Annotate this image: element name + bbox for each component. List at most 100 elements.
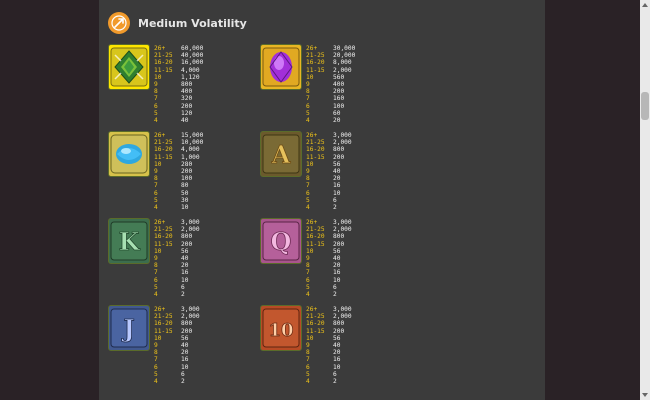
payout-value: 160	[333, 95, 345, 103]
payout-value: 20,000	[333, 52, 356, 60]
scroll-thumb[interactable]	[641, 92, 649, 120]
payout-value: 16,000	[181, 59, 204, 67]
count-label: 10	[154, 73, 162, 81]
letter-j-icon: J	[108, 305, 150, 351]
scroll-down-arrow-icon[interactable]	[642, 393, 648, 397]
paytable: 26+ 3,000 21-25 2,000 16-20 800 11-15 200 10…	[306, 132, 352, 211]
count-label: 21-25	[154, 139, 173, 147]
payout-value: 16	[333, 182, 341, 190]
payout-value: 40	[181, 255, 189, 263]
payout-value: 3,000	[181, 219, 200, 226]
count-label: 21-25	[306, 139, 325, 147]
count-label: 9	[154, 342, 158, 350]
count-label: 9	[154, 81, 158, 89]
count-label: 26+	[154, 45, 166, 52]
paytable: 26+ 3,000 21-25 2,000 16-20 800 11-15 200 10…	[154, 306, 200, 385]
payout-value: 3,000	[333, 219, 352, 226]
payout-value: 2	[181, 291, 185, 299]
payout-value: 40	[181, 117, 189, 125]
count-label: 26+	[306, 45, 318, 52]
payout-value: 56	[333, 247, 341, 255]
count-label: 6	[306, 102, 310, 110]
payout-value: 6	[181, 283, 185, 291]
payout-value: 560	[333, 73, 345, 81]
letter-q-icon: Q	[260, 218, 302, 264]
blue-gem-icon	[108, 131, 150, 177]
count-label: 10	[306, 247, 314, 255]
payout-value: 6	[333, 370, 337, 378]
count-label: 4	[154, 204, 158, 212]
payout-value: 320	[181, 95, 193, 103]
paytable: 26+ 3,000 21-25 2,000 16-20 800 11-15 200 10…	[306, 219, 352, 298]
count-label: 16-20	[306, 320, 325, 328]
green-emblem-icon	[108, 44, 150, 90]
count-label: 4	[154, 291, 158, 299]
count-label: 8	[154, 175, 158, 183]
scroll-up-arrow-icon[interactable]	[642, 3, 648, 7]
payout-value: 400	[333, 81, 345, 89]
payout-value: 10	[181, 276, 189, 284]
count-label: 16-20	[306, 59, 325, 67]
payout-value: 40	[333, 342, 341, 350]
page-scrollbar[interactable]	[640, 0, 650, 400]
count-label: 16-20	[154, 233, 173, 241]
payout-value: 20	[181, 262, 189, 270]
payout-value: 56	[181, 334, 189, 342]
payout-value: 800	[333, 146, 345, 154]
count-label: 5	[154, 109, 158, 117]
count-label: 5	[306, 283, 310, 291]
payout-value: 100	[181, 175, 193, 183]
payout-value: 30	[181, 196, 189, 204]
payout-value: 2,000	[181, 313, 200, 321]
payout-value: 800	[333, 320, 345, 328]
payout-value: 200	[181, 168, 193, 176]
count-label: 7	[306, 95, 310, 103]
count-label: 6	[306, 363, 310, 371]
payout-value: 200	[181, 102, 193, 110]
count-label: 5	[154, 283, 158, 291]
count-label: 11-15	[154, 240, 173, 248]
count-label: 11-15	[306, 327, 325, 335]
count-label: 6	[154, 363, 158, 371]
count-label: 8	[306, 88, 310, 96]
payout-value: 56	[333, 160, 341, 168]
count-label: 6	[154, 189, 158, 197]
payout-value: 10	[181, 363, 189, 371]
payout-value: 280	[181, 160, 193, 168]
count-label: 11-15	[306, 240, 325, 248]
payout-value: 1,000	[181, 153, 200, 161]
count-label: 6	[306, 189, 310, 197]
payout-value: 8,000	[333, 59, 352, 67]
payout-value: 6	[181, 370, 185, 378]
payout-value: 4,000	[181, 66, 200, 74]
count-label: 8	[154, 262, 158, 270]
count-label: 26+	[306, 219, 318, 226]
symbol-card-a: A 26+ 3,000 21-25 2,000 16-20 800 11-15 200 …	[260, 131, 450, 213]
count-label: 10	[306, 334, 314, 342]
payout-value: 80	[181, 182, 189, 190]
right-margin	[545, 0, 640, 400]
payout-value: 40	[333, 168, 341, 176]
payout-value: 40	[181, 342, 189, 350]
letter-k-icon: K	[108, 218, 150, 264]
count-label: 8	[154, 349, 158, 357]
count-label: 11-15	[154, 327, 173, 335]
payout-value: 10	[181, 204, 189, 212]
page-title: Medium Volatility	[138, 16, 247, 30]
payout-value: 60,000	[181, 45, 204, 52]
count-label: 10	[306, 73, 314, 81]
count-label: 5	[306, 196, 310, 204]
payout-value: 800	[181, 233, 193, 241]
payout-value: 2	[333, 204, 337, 212]
letter-k-text: K	[119, 227, 141, 256]
payout-value: 40,000	[181, 52, 204, 60]
payout-value: 16	[333, 269, 341, 277]
payout-value: 10	[333, 276, 341, 284]
payout-value: 50	[181, 189, 189, 197]
payout-value: 20	[181, 349, 189, 357]
payout-value: 16	[333, 356, 341, 364]
count-label: 4	[306, 291, 310, 299]
payout-value: 60	[333, 109, 341, 117]
payout-value: 2,000	[333, 226, 352, 234]
count-label: 26+	[306, 132, 318, 139]
